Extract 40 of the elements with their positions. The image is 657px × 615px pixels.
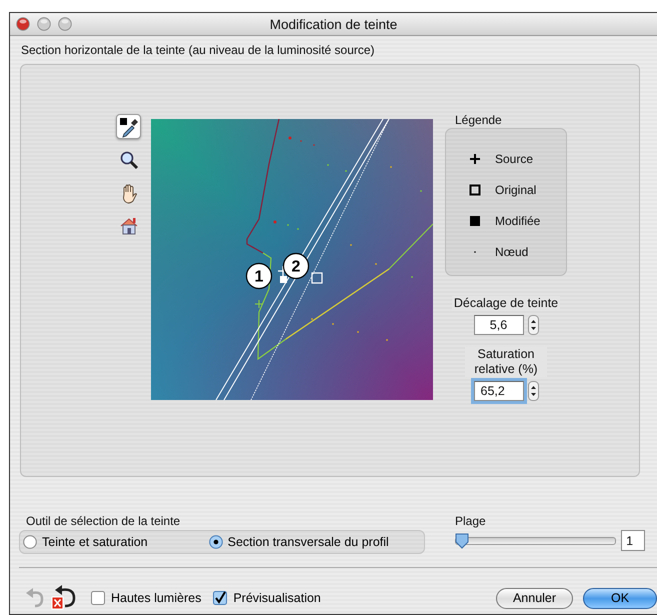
eyedropper-icon bbox=[118, 116, 140, 138]
stepper-icon[interactable] bbox=[528, 315, 538, 335]
original-marker-icon[interactable] bbox=[311, 272, 323, 284]
stepper-icon[interactable] bbox=[528, 381, 538, 401]
number-field[interactable]: 5,6 bbox=[474, 315, 524, 335]
hollow-square-icon bbox=[469, 184, 481, 196]
legend-label: Modifiée bbox=[495, 214, 540, 228]
field-label: Saturation relative (%) bbox=[465, 347, 547, 377]
slider-thumb[interactable] bbox=[455, 532, 469, 548]
cancel-button[interactable]: Annuler bbox=[496, 588, 573, 608]
radio-option[interactable]: Section transversale du profil bbox=[208, 533, 389, 551]
modified-marker-icon bbox=[280, 276, 287, 283]
radio-icon[interactable] bbox=[23, 535, 37, 549]
callout-badge: 1 bbox=[246, 262, 272, 290]
legend-label: Original bbox=[495, 183, 536, 197]
ok-button[interactable]: OK bbox=[583, 588, 657, 608]
zoom-button[interactable] bbox=[58, 17, 72, 31]
radio-option[interactable]: Teinte et saturation bbox=[23, 533, 148, 551]
close-button[interactable] bbox=[16, 17, 30, 31]
radio-icon[interactable] bbox=[208, 535, 223, 549]
tool-button[interactable] bbox=[116, 114, 141, 139]
legend-label: Nœud bbox=[495, 245, 528, 259]
legend-title: Légende bbox=[455, 114, 502, 126]
slider-label: Plage bbox=[455, 514, 487, 528]
checkbox-option[interactable]: Hautes lumières bbox=[91, 591, 202, 605]
plus-icon bbox=[469, 153, 481, 165]
filled-square-icon bbox=[469, 215, 481, 227]
callout-badge: 2 bbox=[282, 252, 310, 280]
section-title: Section horizontale de la teinte (au niveau de la luminosité source) bbox=[21, 44, 376, 56]
revert-icon[interactable] bbox=[51, 585, 77, 611]
minimize-button[interactable] bbox=[37, 17, 51, 31]
range-field[interactable]: 1 bbox=[621, 530, 645, 551]
checkbox-icon[interactable] bbox=[213, 591, 228, 605]
field-label: Décalage de teinte bbox=[452, 296, 560, 311]
magnifier-icon bbox=[118, 148, 140, 170]
legend-label: Source bbox=[495, 152, 534, 166]
group-label: Outil de sélection de la teinte bbox=[26, 514, 182, 528]
checkbox-icon[interactable] bbox=[91, 591, 105, 605]
window-title: Modification de teinte bbox=[270, 16, 398, 32]
checkbox-option[interactable]: Prévisualisation bbox=[213, 591, 321, 605]
